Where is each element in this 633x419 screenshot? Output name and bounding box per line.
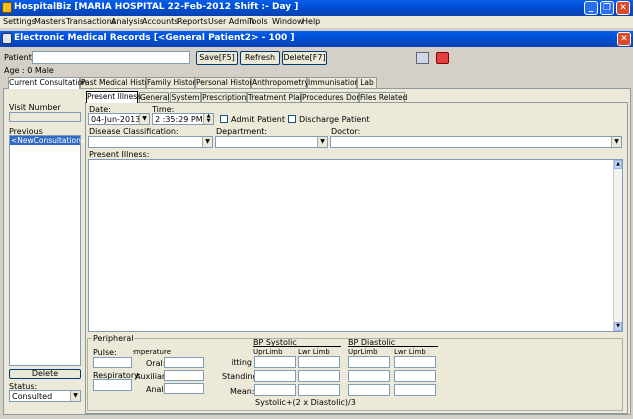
patient-label: Patient: [4, 53, 35, 62]
age-gender: Age : 0 Male [4, 66, 54, 75]
present-illness-label: Present Illness: [89, 150, 150, 159]
admit-patient-checkbox[interactable] [220, 115, 228, 123]
menu-analysis[interactable]: Analysis [111, 17, 144, 26]
pulse-input[interactable] [93, 357, 132, 368]
tab-immunisation[interactable]: Immunisation [307, 77, 359, 88]
chevron-down-icon[interactable]: ▼ [611, 137, 621, 147]
print-icon[interactable] [416, 52, 429, 64]
delete-visit-button[interactable]: Delete [9, 369, 81, 379]
scroll-down-icon[interactable]: ▼ [614, 322, 622, 331]
bp-diastolic-divider [348, 346, 438, 347]
chevron-down-icon[interactable]: ▼ [202, 137, 212, 147]
chevron-down-icon[interactable]: ▼ [70, 391, 80, 401]
menu-transactions[interactable]: Transactions [66, 17, 116, 26]
calendar-dropdown-icon[interactable]: ▼ [139, 114, 149, 124]
chevron-down-icon[interactable]: ▼ [317, 137, 327, 147]
sitting-systolic-lwr-input[interactable] [298, 356, 340, 368]
oral-temperature-input[interactable] [164, 357, 204, 368]
textarea-scrollbar[interactable]: ▲ ▼ [613, 160, 622, 331]
sitting-diastolic-upr-input[interactable] [348, 356, 390, 368]
tab-current-consultation[interactable]: Current Consultation [8, 77, 87, 89]
previous-visits-list[interactable]: <NewConsultation> [9, 135, 87, 366]
scroll-up-icon[interactable]: ▲ [614, 160, 622, 169]
menu-bar: Settings Masters Transactions Analysis A… [0, 16, 633, 28]
app-icon [2, 2, 12, 13]
tab-family-history[interactable]: Family History [146, 77, 200, 88]
list-item-new-consultation[interactable]: <NewConsultation> [10, 136, 87, 145]
peripheral-title: Peripheral [92, 334, 135, 343]
temperature-label: Temperature: [133, 348, 171, 356]
mean-systolic-lwr-input[interactable] [298, 384, 340, 396]
emr-window-title: Electronic Medical Records [<General Pat… [14, 33, 295, 43]
visit-number-field [9, 112, 81, 122]
standing-systolic-upr-input[interactable] [254, 370, 296, 382]
discharge-patient-label: Discharge Patient [299, 115, 370, 124]
window-icon [2, 33, 12, 44]
systolic-upr-limb-label: UprLimb [253, 348, 283, 356]
bp-systolic-divider [253, 346, 341, 347]
tab-past-medical-history[interactable]: Past Medical History [80, 77, 157, 88]
date-picker[interactable]: 04-Jun-2013 ▼ [88, 113, 150, 125]
sitting-systolic-upr-input[interactable] [254, 356, 296, 368]
present-illness-textarea[interactable]: ▲ ▼ [88, 159, 623, 332]
visit-number-label: Visit Number [9, 103, 61, 112]
standing-diastolic-upr-input[interactable] [348, 370, 390, 382]
standing-diastolic-lwr-input[interactable] [394, 370, 436, 382]
time-spinner-icon[interactable]: ▲ ▼ [203, 114, 213, 124]
sitting-label: Sitting: [232, 358, 252, 367]
systolic-lwr-limb-label: Lwr Limb [298, 348, 330, 356]
time-picker[interactable]: 2 :35:29 PM ▲ ▼ [152, 113, 214, 125]
doctor-label: Doctor: [331, 127, 361, 136]
maximize-icon[interactable]: ❐ [600, 1, 614, 15]
diastolic-upr-limb-label: UprLimb [348, 348, 378, 356]
minimize-icon[interactable]: _ [584, 1, 598, 15]
respiratory-input[interactable] [93, 379, 132, 391]
tab-anthropometry[interactable]: Anthropometry [251, 77, 309, 88]
menu-accounts[interactable]: Accounts [142, 17, 178, 26]
mean-diastolic-upr-input[interactable] [348, 384, 390, 396]
window-close-icon[interactable]: ✕ [617, 32, 631, 46]
mean-diastolic-lwr-input[interactable] [394, 384, 436, 396]
disease-classification-select[interactable]: ▼ [88, 136, 213, 148]
disease-classification-label: Disease Classification: [89, 127, 179, 136]
standing-systolic-lwr-input[interactable] [298, 370, 340, 382]
time-value: 2 :35:29 PM [155, 115, 203, 124]
mean-label: Mean: [230, 387, 255, 396]
menu-help[interactable]: Help [302, 17, 320, 26]
delete-button[interactable]: Delete[F7] [282, 51, 327, 65]
oral-label: Oral: [146, 359, 166, 368]
sitting-diastolic-lwr-input[interactable] [394, 356, 436, 368]
menu-settings[interactable]: Settings [3, 17, 36, 26]
date-value: 04-Jun-2013 [91, 115, 141, 124]
discharge-patient-checkbox[interactable] [288, 115, 296, 123]
mean-formula-label: Systolic+(2 x Diastolic)/3 [255, 398, 356, 407]
close-icon[interactable]: ✕ [616, 1, 630, 15]
menu-masters[interactable]: Masters [34, 17, 66, 26]
diastolic-lwr-limb-label: Lwr Limb [394, 348, 426, 356]
admit-patient-label: Admit Patient [231, 115, 285, 124]
tab-present-illness[interactable]: Present Illness [86, 91, 141, 103]
tab-lab[interactable]: Lab [357, 77, 377, 88]
app-title: HospitalBiz [MARIA HOSPITAL 22-Feb-2012 … [14, 2, 299, 12]
patient-input[interactable] [32, 51, 190, 64]
doctor-select[interactable]: ▼ [330, 136, 622, 148]
save-button[interactable]: Save[F5] [196, 51, 238, 65]
department-label: Department: [216, 127, 268, 136]
status-select[interactable]: Consulted ▼ [9, 390, 81, 402]
department-select[interactable]: ▼ [215, 136, 328, 148]
pulse-label: Pulse: [93, 348, 117, 357]
anal-temperature-input[interactable] [164, 383, 204, 394]
menu-window[interactable]: Window [272, 17, 304, 26]
app-title-bar: HospitalBiz [MARIA HOSPITAL 22-Feb-2012 … [0, 0, 633, 16]
mean-systolic-upr-input[interactable] [254, 384, 296, 396]
tab-personal-history[interactable]: Personal History [195, 77, 257, 88]
menu-tools[interactable]: Tools [248, 17, 268, 26]
auxiliary-temperature-input[interactable] [164, 370, 204, 381]
menu-reports[interactable]: Reports [177, 17, 208, 26]
stop-icon[interactable] [436, 52, 449, 64]
refresh-button[interactable]: Refresh [240, 51, 280, 65]
status-value: Consulted [12, 392, 53, 401]
emr-window-title-bar: Electronic Medical Records [<General Pat… [0, 31, 633, 47]
